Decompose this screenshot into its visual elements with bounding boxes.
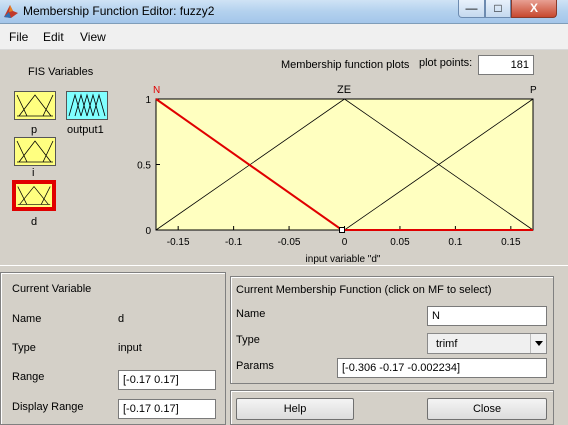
current-variable-title: Current Variable	[12, 283, 92, 295]
close-button[interactable]: Close	[427, 398, 547, 420]
y-tick-label: 0.5	[137, 161, 151, 172]
mf-type-dropdown[interactable]: trimf	[427, 333, 547, 354]
x-tick-label: 0.1	[448, 237, 462, 248]
x-tick-label: 0	[342, 237, 348, 248]
mf-name-input[interactable]: N	[427, 306, 547, 326]
cv-type-value: input	[118, 342, 142, 354]
help-button[interactable]: Help	[236, 398, 354, 420]
y-tick-label: 1	[145, 95, 151, 106]
x-tick-label: -0.05	[278, 237, 301, 248]
cv-name-value: d	[118, 313, 125, 325]
cv-name-label: Name	[12, 313, 42, 325]
x-tick-label: 0.05	[390, 237, 410, 248]
mf-type-value: trimf	[436, 338, 458, 350]
plot-area	[155, 98, 534, 231]
mf-type-label: Type	[236, 334, 260, 346]
current-mf-title: Current Membership Function (click on MF…	[236, 284, 492, 296]
x-tick-label: -0.15	[167, 237, 190, 248]
cv-range-label: Range	[12, 371, 45, 383]
mf-name-label: Name	[236, 308, 266, 320]
cv-display-range-label: Display Range	[12, 401, 84, 413]
mf-plot[interactable]: -0.15 -0.1 -0.05 0 0.05 0.1 0.15 0 0.5 1 N ZE P i…	[0, 0, 568, 270]
chevron-down-icon[interactable]	[530, 334, 546, 353]
mf-handle	[339, 227, 346, 233]
x-tick-label: 0.15	[501, 237, 521, 248]
display-range-input[interactable]: [-0.17 0.17]	[118, 399, 216, 419]
mf-label-p: P	[530, 85, 537, 96]
range-input[interactable]: [-0.17 0.17]	[118, 370, 216, 390]
mf-label-n: N	[153, 85, 160, 96]
y-tick-label: 0	[145, 226, 151, 237]
cv-type-label: Type	[12, 342, 36, 354]
mf-label-ze: ZE	[337, 84, 351, 96]
x-tick-label: -0.1	[225, 237, 243, 248]
mf-params-label: Params	[236, 360, 274, 372]
x-axis-label: input variable "d"	[306, 254, 381, 265]
mf-params-input[interactable]: [-0.306 -0.17 -0.002234]	[337, 358, 547, 378]
